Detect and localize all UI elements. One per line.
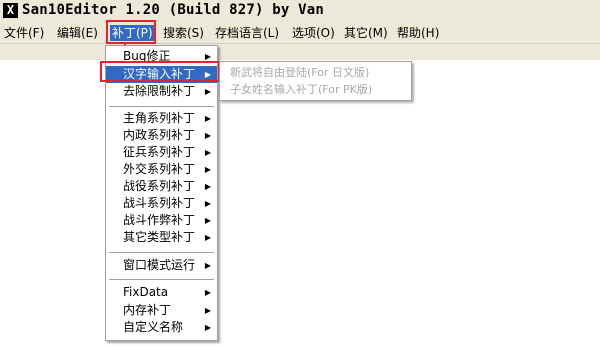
- window-title: San10Editor 1.20 (Build 827) by Van: [22, 2, 325, 18]
- menu-item-battle-patches[interactable]: 战斗系列补丁 ▶: [106, 195, 217, 212]
- menu-item-label: 内存补丁: [123, 303, 172, 317]
- menu-separator: [109, 279, 214, 280]
- menu-help[interactable]: 帮助(H): [397, 25, 439, 41]
- menu-item-custom-names[interactable]: 自定义名称 ▶: [106, 319, 217, 336]
- menu-file[interactable]: 文件(F): [4, 25, 44, 41]
- menu-patch[interactable]: 补丁(P): [110, 25, 155, 41]
- menu-item-label: 窗口模式运行: [123, 258, 196, 272]
- submenu-arrow-icon: ▶: [204, 306, 211, 315]
- menu-item-remove-limits-patch[interactable]: 去除限制补丁 ▶: [106, 83, 217, 100]
- menu-search[interactable]: 搜索(S): [163, 25, 204, 41]
- submenu-item-child-name-input[interactable]: 子女姓名输入补丁(For PK版): [230, 81, 372, 98]
- menu-item-label: 去除限制补丁: [123, 84, 196, 98]
- submenu-arrow-icon: ▶: [204, 70, 211, 79]
- menu-item-conscription-patches[interactable]: 征兵系列补丁 ▶: [106, 144, 217, 161]
- menu-item-campaign-patches[interactable]: 战役系列补丁 ▶: [106, 178, 217, 195]
- submenu-arrow-icon: ▶: [204, 323, 211, 332]
- menu-item-battle-cheat-patches[interactable]: 战斗作弊补丁 ▶: [106, 212, 217, 229]
- submenu-arrow-icon: ▶: [204, 114, 211, 123]
- submenu-arrow-icon: ▶: [204, 182, 211, 191]
- menu-item-windowed-mode[interactable]: 窗口模式运行 ▶: [106, 257, 217, 274]
- submenu-arrow-icon: ▶: [204, 148, 211, 157]
- title-bar: X San10Editor 1.20 (Build 827) by Van: [0, 0, 600, 22]
- menu-item-other-patches[interactable]: 其它类型补丁 ▶: [106, 229, 217, 246]
- menu-item-label: 内政系列补丁: [123, 128, 196, 142]
- submenu-arrow-icon: ▶: [204, 261, 211, 270]
- menu-item-diplomacy-patches[interactable]: 外交系列补丁 ▶: [106, 161, 217, 178]
- submenu-arrow-icon: ▶: [204, 199, 211, 208]
- submenu-arrow-icon: ▶: [204, 52, 211, 61]
- menu-item-label: Bug修正: [123, 49, 171, 63]
- submenu-arrow-icon: ▶: [204, 165, 211, 174]
- menu-item-protagonist-patches[interactable]: 主角系列补丁 ▶: [106, 110, 217, 127]
- menu-item-chinese-input-patch[interactable]: 汉字输入补丁 ▶: [106, 66, 217, 83]
- menu-bar: 文件(F) 编辑(E) 补丁(P) 搜索(S) 存档语言(L) 选项(O) 其它…: [0, 22, 600, 44]
- menu-item-label: 主角系列补丁: [123, 111, 196, 125]
- menu-item-bug-fix[interactable]: Bug修正 ▶: [106, 48, 217, 65]
- chinese-input-submenu: 新武将自由登陆(For 日文版) 子女姓名输入补丁(For PK版): [219, 61, 412, 101]
- menu-item-domestic-patches[interactable]: 内政系列补丁 ▶: [106, 127, 217, 144]
- submenu-arrow-icon: ▶: [204, 87, 211, 96]
- menu-save-language[interactable]: 存档语言(L): [215, 25, 279, 41]
- patch-dropdown-menu: Bug修正 ▶ 汉字输入补丁 ▶ 去除限制补丁 ▶ 主角系列补丁 ▶ 内政系列补…: [105, 45, 218, 341]
- menu-item-label: FixData: [123, 285, 169, 299]
- menu-options[interactable]: 选项(O): [292, 25, 335, 41]
- menu-item-label: 自定义名称: [123, 320, 184, 334]
- menu-item-label: 征兵系列补丁: [123, 145, 196, 159]
- submenu-arrow-icon: ▶: [204, 131, 211, 140]
- menu-item-fixdata[interactable]: FixData ▶: [106, 284, 217, 301]
- menu-separator: [109, 106, 214, 107]
- menu-item-label: 其它类型补丁: [123, 230, 196, 244]
- submenu-arrow-icon: ▶: [204, 233, 211, 242]
- menu-item-label: 战斗作弊补丁: [123, 213, 196, 227]
- menu-item-label: 战斗系列补丁: [123, 196, 196, 210]
- menu-separator: [109, 252, 214, 253]
- app-icon: X: [3, 3, 18, 18]
- menu-item-label: 汉字输入补丁: [123, 67, 196, 81]
- submenu-arrow-icon: ▶: [204, 288, 211, 297]
- menu-item-label: 战役系列补丁: [123, 179, 196, 193]
- menu-edit[interactable]: 编辑(E): [57, 25, 98, 41]
- menu-item-label: 外交系列补丁: [123, 162, 196, 176]
- toolbar-strip: [0, 44, 600, 60]
- menu-other[interactable]: 其它(M): [344, 25, 388, 41]
- submenu-arrow-icon: ▶: [204, 216, 211, 225]
- submenu-item-new-general-login[interactable]: 新武将自由登陆(For 日文版): [230, 64, 369, 81]
- menu-item-memory-patch[interactable]: 内存补丁 ▶: [106, 302, 217, 319]
